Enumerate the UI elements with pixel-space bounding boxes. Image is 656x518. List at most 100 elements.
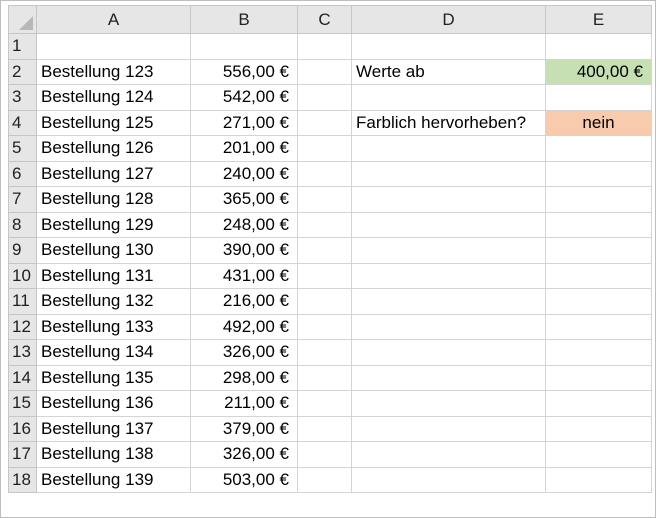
- cell-c2[interactable]: [297, 58, 352, 85]
- row-header[interactable]: 11: [8, 288, 37, 315]
- cell-a5[interactable]: Bestellung 126: [36, 135, 191, 162]
- row-header[interactable]: 16: [8, 415, 37, 442]
- highlight-toggle-cell[interactable]: nein: [545, 109, 652, 136]
- cell-b8[interactable]: 248,00 €: [190, 211, 298, 238]
- cell-b18[interactable]: 503,00 €: [190, 466, 298, 493]
- cell-b15[interactable]: 211,00 €: [190, 390, 298, 417]
- cell-b3[interactable]: 542,00 €: [190, 84, 298, 111]
- cell-b10[interactable]: 431,00 €: [190, 262, 298, 289]
- cell-c11[interactable]: [297, 288, 352, 315]
- row-header[interactable]: 15: [8, 390, 37, 417]
- row-header[interactable]: 9: [8, 237, 37, 264]
- row-header[interactable]: 3: [8, 84, 37, 111]
- cell-a18[interactable]: Bestellung 139: [36, 466, 191, 493]
- cell-c7[interactable]: [297, 186, 352, 213]
- cell-a16[interactable]: Bestellung 137: [36, 415, 191, 442]
- column-header-e[interactable]: E: [545, 5, 652, 34]
- cell-a12[interactable]: Bestellung 133: [36, 313, 191, 340]
- cell-d16[interactable]: [351, 415, 546, 442]
- cell-a3[interactable]: Bestellung 124: [36, 84, 191, 111]
- cell-e16[interactable]: [545, 415, 652, 442]
- cell-d15[interactable]: [351, 390, 546, 417]
- column-header-d[interactable]: D: [351, 5, 546, 34]
- cell-c17[interactable]: [297, 441, 352, 468]
- cell-e17[interactable]: [545, 441, 652, 468]
- cell-d1[interactable]: [351, 33, 546, 60]
- cell-a1[interactable]: [36, 33, 191, 60]
- cell-a4[interactable]: Bestellung 125: [36, 109, 191, 136]
- cell-a11[interactable]: Bestellung 132: [36, 288, 191, 315]
- threshold-label[interactable]: Werte ab: [351, 58, 546, 85]
- cell-c15[interactable]: [297, 390, 352, 417]
- cell-a10[interactable]: Bestellung 131: [36, 262, 191, 289]
- cell-e9[interactable]: [545, 237, 652, 264]
- row-header[interactable]: 18: [8, 466, 37, 493]
- cell-b6[interactable]: 240,00 €: [190, 160, 298, 187]
- cell-c5[interactable]: [297, 135, 352, 162]
- cell-d14[interactable]: [351, 364, 546, 391]
- cell-e14[interactable]: [545, 364, 652, 391]
- row-header[interactable]: 13: [8, 339, 37, 366]
- cell-d11[interactable]: [351, 288, 546, 315]
- row-header[interactable]: 12: [8, 313, 37, 340]
- cell-c9[interactable]: [297, 237, 352, 264]
- cell-d6[interactable]: [351, 160, 546, 187]
- cell-b17[interactable]: 326,00 €: [190, 441, 298, 468]
- cell-e13[interactable]: [545, 339, 652, 366]
- cell-d5[interactable]: [351, 135, 546, 162]
- row-header[interactable]: 8: [8, 211, 37, 238]
- cell-e8[interactable]: [545, 211, 652, 238]
- highlight-label[interactable]: Farblich hervorheben?: [351, 109, 546, 136]
- cell-a8[interactable]: Bestellung 129: [36, 211, 191, 238]
- cell-b2[interactable]: 556,00 €: [190, 58, 298, 85]
- cell-d9[interactable]: [351, 237, 546, 264]
- cell-d7[interactable]: [351, 186, 546, 213]
- cell-d8[interactable]: [351, 211, 546, 238]
- cell-c1[interactable]: [297, 33, 352, 60]
- cell-a13[interactable]: Bestellung 134: [36, 339, 191, 366]
- cell-b4[interactable]: 271,00 €: [190, 109, 298, 136]
- cell-e15[interactable]: [545, 390, 652, 417]
- cell-c16[interactable]: [297, 415, 352, 442]
- cell-e3[interactable]: [545, 84, 652, 111]
- cell-c8[interactable]: [297, 211, 352, 238]
- threshold-value-cell[interactable]: 400,00 €: [545, 58, 652, 85]
- cell-c10[interactable]: [297, 262, 352, 289]
- cell-b13[interactable]: 326,00 €: [190, 339, 298, 366]
- cell-a17[interactable]: Bestellung 138: [36, 441, 191, 468]
- cell-e7[interactable]: [545, 186, 652, 213]
- cell-d12[interactable]: [351, 313, 546, 340]
- cell-e6[interactable]: [545, 160, 652, 187]
- cell-c4[interactable]: [297, 109, 352, 136]
- cell-c14[interactable]: [297, 364, 352, 391]
- cell-a9[interactable]: Bestellung 130: [36, 237, 191, 264]
- cell-b11[interactable]: 216,00 €: [190, 288, 298, 315]
- cell-d13[interactable]: [351, 339, 546, 366]
- cell-a7[interactable]: Bestellung 128: [36, 186, 191, 213]
- cell-a6[interactable]: Bestellung 127: [36, 160, 191, 187]
- cell-d17[interactable]: [351, 441, 546, 468]
- row-header[interactable]: 6: [8, 160, 37, 187]
- cell-a14[interactable]: Bestellung 135: [36, 364, 191, 391]
- cell-d3[interactable]: [351, 84, 546, 111]
- cell-a2[interactable]: Bestellung 123: [36, 58, 191, 85]
- cell-d10[interactable]: [351, 262, 546, 289]
- cell-d18[interactable]: [351, 466, 546, 493]
- row-header[interactable]: 1: [8, 33, 37, 60]
- cell-e18[interactable]: [545, 466, 652, 493]
- cell-b7[interactable]: 365,00 €: [190, 186, 298, 213]
- column-header-a[interactable]: A: [36, 5, 191, 34]
- cell-c6[interactable]: [297, 160, 352, 187]
- cell-b14[interactable]: 298,00 €: [190, 364, 298, 391]
- row-header[interactable]: 7: [8, 186, 37, 213]
- cell-b1[interactable]: [190, 33, 298, 60]
- cell-e1[interactable]: [545, 33, 652, 60]
- cell-a15[interactable]: Bestellung 136: [36, 390, 191, 417]
- row-header[interactable]: 5: [8, 135, 37, 162]
- column-header-c[interactable]: C: [297, 5, 352, 34]
- cell-b12[interactable]: 492,00 €: [190, 313, 298, 340]
- select-all-corner[interactable]: [8, 5, 37, 34]
- column-header-b[interactable]: B: [190, 5, 298, 34]
- row-header[interactable]: 10: [8, 262, 37, 289]
- cell-c3[interactable]: [297, 84, 352, 111]
